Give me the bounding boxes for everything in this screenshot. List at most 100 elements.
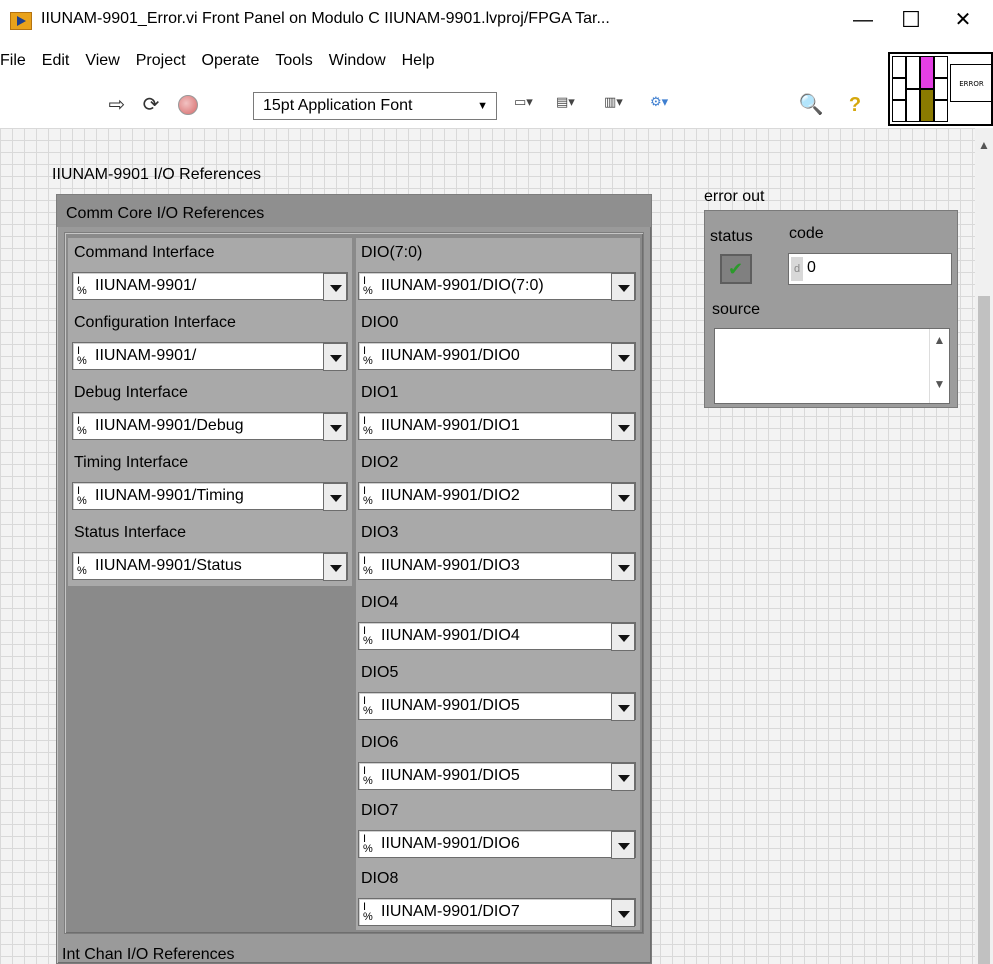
menu-operate[interactable]: Operate (202, 52, 260, 78)
code-label: code (789, 225, 824, 242)
dropdown-arrow-icon[interactable] (611, 831, 635, 859)
menu-window[interactable]: Window (329, 52, 386, 78)
reorder-icon[interactable]: ⚙▾ (650, 94, 668, 116)
dio7-label: DIO7 (361, 802, 399, 819)
dio8-control[interactable]: I% IIUNAM-9901/DIO7 (358, 898, 636, 927)
dio3-value: IIUNAM-9901/DIO3 (381, 557, 520, 574)
dio1-label: DIO1 (361, 384, 399, 401)
scroll-up-icon[interactable]: ▲ (975, 138, 993, 152)
io-ref-icon: I% (363, 695, 373, 717)
dio2-value: IIUNAM-9901/DIO2 (381, 487, 520, 504)
connector-terminals (892, 56, 950, 122)
status-interface-control[interactable]: I% IIUNAM-9901/Status (72, 552, 348, 581)
code-indicator: d 0 (788, 253, 952, 285)
timing-interface-control[interactable]: I% IIUNAM-9901/Timing (72, 482, 348, 511)
command-interface-control[interactable]: I% IIUNAM-9901/ (72, 272, 348, 301)
menu-view[interactable]: View (85, 52, 119, 78)
timing-interface-label: Timing Interface (74, 454, 189, 471)
menu-tools[interactable]: Tools (275, 52, 312, 78)
dio5-value: IIUNAM-9901/DIO5 (381, 697, 520, 714)
io-ref-icon: I% (363, 275, 373, 297)
labview-app-icon (10, 12, 32, 30)
dropdown-arrow-icon[interactable] (611, 343, 635, 371)
timing-interface-value: IIUNAM-9901/Timing (95, 487, 244, 504)
dropdown-arrow-icon[interactable] (323, 483, 347, 511)
dropdown-arrow-icon[interactable] (611, 553, 635, 581)
menu-file[interactable]: File (0, 52, 26, 78)
dio4-control[interactable]: I% IIUNAM-9901/DIO4 (358, 622, 636, 651)
menu-project[interactable]: Project (136, 52, 186, 78)
dropdown-arrow-icon[interactable] (323, 413, 347, 441)
dropdown-arrow-icon[interactable] (611, 413, 635, 441)
dropdown-arrow-icon[interactable] (611, 763, 635, 791)
dropdown-arrow-icon[interactable] (323, 553, 347, 581)
command-interface-label: Command Interface (74, 244, 215, 261)
dropdown-arrow-icon[interactable] (323, 343, 347, 371)
scroll-thumb[interactable] (978, 296, 990, 964)
distribute-objects-icon[interactable]: ▤▾ (556, 94, 575, 116)
run-arrow-icon[interactable]: ⇨ (104, 92, 130, 118)
dio2-label: DIO2 (361, 454, 399, 471)
dio1-control[interactable]: I% IIUNAM-9901/DIO1 (358, 412, 636, 441)
scroll-up-icon[interactable]: ▲ (930, 333, 949, 347)
io-ref-icon: I% (363, 345, 373, 367)
connector-pane-icon[interactable]: ERROR (888, 52, 993, 126)
menu-bar: File Edit View Project Operate Tools Win… (0, 52, 451, 78)
dropdown-arrow-icon[interactable] (611, 273, 635, 301)
dropdown-arrow-icon[interactable] (611, 899, 635, 927)
io-ref-icon: I% (363, 833, 373, 855)
source-indicator: ▲ ▼ (714, 328, 950, 404)
status-interface-label: Status Interface (74, 524, 187, 541)
dio2-control[interactable]: I% IIUNAM-9901/DIO2 (358, 482, 636, 511)
int-chan-cluster-label: Int Chan I/O References (62, 946, 235, 963)
configuration-interface-control[interactable]: I% IIUNAM-9901/ (72, 342, 348, 371)
io-ref-icon: I% (77, 485, 87, 507)
dropdown-arrow-icon[interactable] (611, 623, 635, 651)
dio3-control[interactable]: I% IIUNAM-9901/DIO3 (358, 552, 636, 581)
run-continuously-icon[interactable]: ⟳ (138, 92, 164, 118)
debug-interface-value: IIUNAM-9901/Debug (95, 417, 244, 434)
io-ref-icon: I% (363, 901, 373, 923)
dio0-control[interactable]: I% IIUNAM-9901/DIO0 (358, 342, 636, 371)
io-ref-icon: I% (77, 415, 87, 437)
resize-objects-icon[interactable]: ▥▾ (604, 94, 623, 116)
io-ref-icon: I% (77, 555, 87, 577)
debug-interface-control[interactable]: I% IIUNAM-9901/Debug (72, 412, 348, 441)
dio8-value: IIUNAM-9901/DIO7 (381, 903, 520, 920)
abort-execution-icon[interactable] (178, 95, 198, 115)
source-scrollbar[interactable]: ▲ ▼ (929, 329, 949, 403)
io-ref-icon: I% (77, 345, 87, 367)
status-interface-value: IIUNAM-9901/Status (95, 557, 242, 574)
vertical-scrollbar[interactable]: ▲ (975, 128, 993, 964)
checkmark-icon: ✔ (728, 259, 744, 279)
vi-icon-error: ERROR (950, 64, 993, 102)
dio3-label: DIO3 (361, 524, 399, 541)
dio0-value: IIUNAM-9901/DIO0 (381, 347, 520, 364)
close-button[interactable]: ✕ (948, 8, 978, 32)
minimize-button[interactable]: — (848, 8, 878, 32)
io-references-label: IIUNAM-9901 I/O References (52, 166, 261, 183)
dropdown-arrow-icon[interactable] (611, 693, 635, 721)
scroll-down-icon[interactable]: ▼ (930, 377, 949, 391)
dio6-label: DIO6 (361, 734, 399, 751)
menu-help[interactable]: Help (402, 52, 435, 78)
maximize-button[interactable]: ☐ (896, 8, 926, 32)
window-title: IIUNAM-9901_Error.vi Front Panel on Modu… (41, 10, 610, 27)
dio5-control[interactable]: I% IIUNAM-9901/DIO5 (358, 692, 636, 721)
source-label: source (712, 301, 761, 318)
dropdown-arrow-icon[interactable] (323, 273, 347, 301)
font-select[interactable]: 15pt Application Font ▼ (253, 92, 497, 120)
font-select-value: 15pt Application Font (263, 97, 413, 114)
dio7-control[interactable]: I% IIUNAM-9901/DIO6 (358, 830, 636, 859)
io-ref-icon: I% (363, 485, 373, 507)
status-indicator: ✔ (720, 254, 752, 284)
menu-edit[interactable]: Edit (42, 52, 70, 78)
help-icon[interactable]: ? (842, 92, 868, 118)
dropdown-arrow-icon[interactable] (611, 483, 635, 511)
dio6-control[interactable]: I% IIUNAM-9901/DIO5 (358, 762, 636, 791)
align-objects-icon[interactable]: ▭▾ (514, 94, 533, 116)
io-ref-icon: I% (363, 555, 373, 577)
search-icon[interactable]: 🔍 (798, 92, 824, 118)
dio0-label: DIO0 (361, 314, 399, 331)
dio-7-0-control[interactable]: I% IIUNAM-9901/DIO(7:0) (358, 272, 636, 301)
